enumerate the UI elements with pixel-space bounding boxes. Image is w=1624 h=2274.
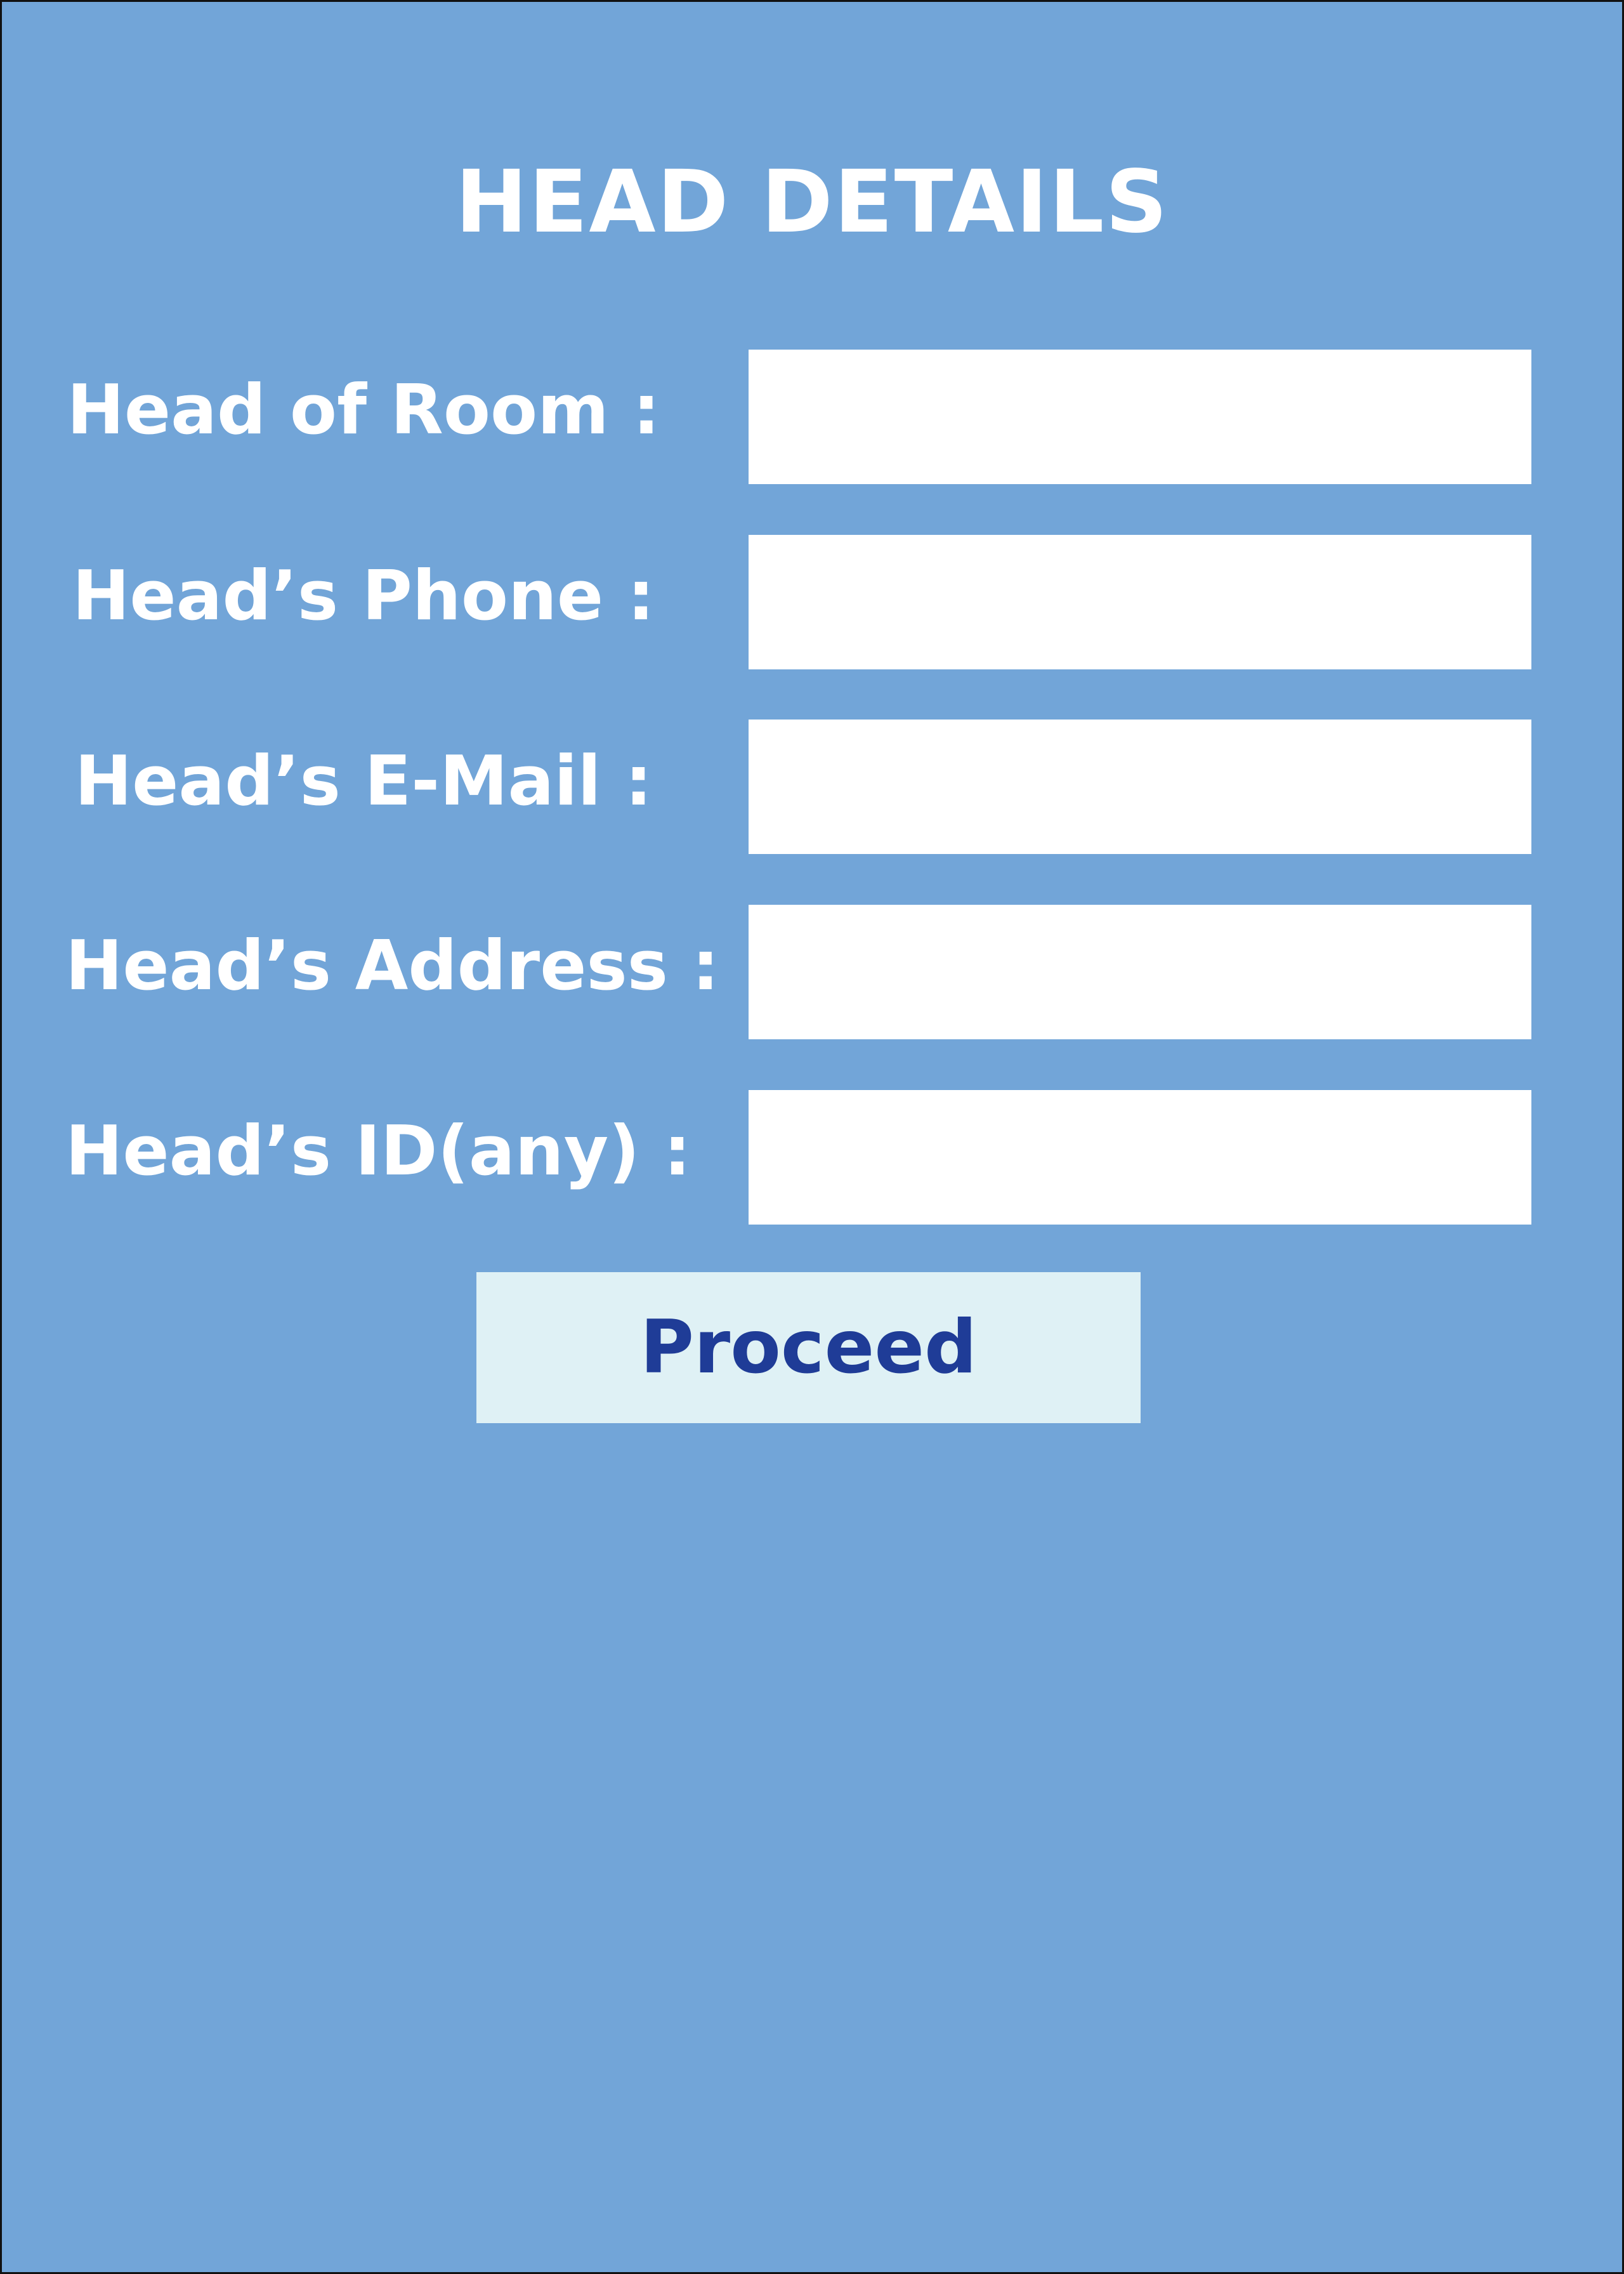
- heads-email-label: Head’s E-Mail :: [74, 742, 653, 821]
- heads-id-input[interactable]: [749, 1090, 1531, 1225]
- proceed-button[interactable]: Proceed: [476, 1272, 1141, 1423]
- head-of-room-input[interactable]: [749, 350, 1531, 484]
- head-details-screen: HEAD DETAILS Head of Room : Head’s Phone…: [0, 0, 1624, 2274]
- heads-email-input[interactable]: [749, 720, 1531, 854]
- heads-address-input[interactable]: [749, 905, 1531, 1039]
- heads-phone-label: Head’s Phone :: [72, 556, 655, 636]
- heads-id-label: Head’s ID(any) :: [65, 1112, 691, 1191]
- page-title: HEAD DETAILS: [455, 152, 1169, 253]
- heads-phone-input[interactable]: [749, 535, 1531, 669]
- head-of-room-label: Head of Room :: [67, 371, 660, 450]
- heads-address-label: Head’s Address :: [65, 926, 719, 1006]
